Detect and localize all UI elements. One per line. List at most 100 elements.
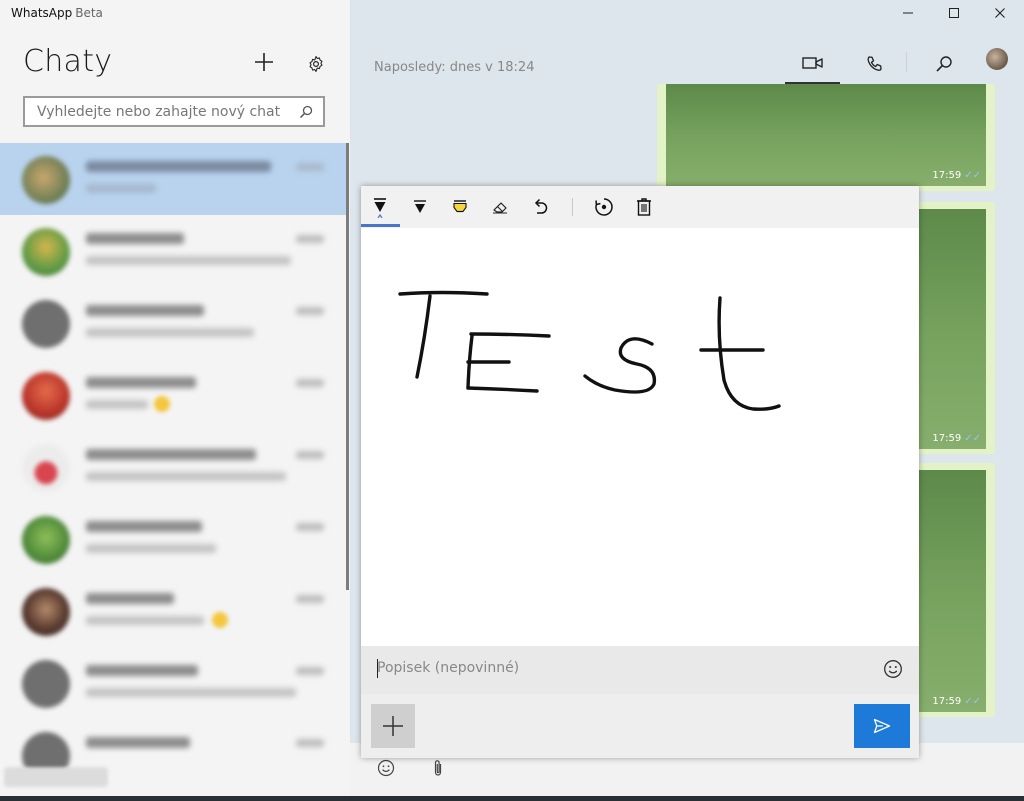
chat-list-item[interactable] bbox=[0, 359, 346, 431]
chat-list-item[interactable] bbox=[0, 647, 346, 719]
close-button[interactable] bbox=[977, 0, 1023, 26]
caption-row bbox=[361, 646, 919, 694]
contact-avatar bbox=[22, 588, 70, 636]
chat-list-item[interactable] bbox=[0, 503, 346, 575]
window-bottom-edge bbox=[0, 796, 1024, 801]
search-icon bbox=[299, 105, 313, 119]
eraser-icon bbox=[493, 202, 507, 214]
close-icon bbox=[995, 8, 1005, 18]
window-title-bar: WhatsApp Beta bbox=[0, 0, 1024, 26]
highlighter-tool-button[interactable] bbox=[443, 192, 477, 222]
contact-avatar[interactable] bbox=[986, 48, 1008, 70]
smiley-icon bbox=[377, 759, 395, 777]
contact-name bbox=[86, 449, 256, 460]
smiley-icon bbox=[884, 660, 902, 678]
active-tool-indicator bbox=[361, 224, 400, 227]
chat-preview bbox=[86, 616, 204, 625]
search-chat-button[interactable] bbox=[922, 44, 966, 84]
emoji-button[interactable] bbox=[883, 659, 903, 683]
contact-name bbox=[86, 233, 184, 244]
chat-list-scrollbar[interactable] bbox=[346, 143, 349, 590]
eraser-tool-button[interactable] bbox=[483, 192, 517, 222]
undo-button[interactable] bbox=[523, 192, 557, 222]
chat-list bbox=[0, 143, 350, 801]
chat-preview bbox=[86, 328, 254, 337]
drawing-canvas[interactable] bbox=[361, 228, 919, 646]
contact-name bbox=[86, 665, 198, 676]
delete-button[interactable] bbox=[627, 192, 661, 222]
image-thumbnail bbox=[919, 209, 986, 449]
read-receipt-icon: ✓✓ bbox=[964, 433, 981, 444]
chat-preview bbox=[86, 688, 296, 697]
pencil-icon bbox=[414, 200, 426, 213]
minimize-button[interactable] bbox=[885, 0, 931, 26]
add-more-button[interactable] bbox=[371, 704, 415, 748]
contact-avatar bbox=[22, 372, 70, 420]
emoji-icon bbox=[212, 612, 228, 628]
drawing-dialog bbox=[361, 186, 919, 758]
chat-time bbox=[296, 307, 324, 315]
read-receipt-icon: ✓✓ bbox=[964, 170, 981, 181]
chat-time bbox=[296, 595, 324, 603]
message-time: 17:59 ✓✓ bbox=[932, 170, 981, 181]
gear-icon bbox=[309, 55, 323, 73]
send-icon bbox=[873, 718, 891, 734]
message-time: 17:59 ✓✓ bbox=[932, 433, 981, 444]
highlighter-icon bbox=[453, 200, 467, 213]
video-camera-icon bbox=[801, 57, 823, 69]
caption-input[interactable] bbox=[377, 660, 857, 676]
voice-call-button[interactable] bbox=[847, 44, 902, 84]
chat-list-item[interactable] bbox=[0, 287, 346, 359]
pencil-tool-button[interactable] bbox=[403, 192, 437, 222]
chat-list-item[interactable] bbox=[0, 431, 346, 503]
contact-name bbox=[86, 305, 204, 316]
new-chat-button[interactable] bbox=[250, 48, 278, 76]
image-message[interactable]: 17:59 ✓✓ bbox=[910, 202, 995, 454]
chat-time bbox=[296, 523, 324, 531]
sidebar-title: Chaty bbox=[23, 44, 113, 79]
app-title: WhatsApp Beta bbox=[11, 6, 103, 20]
search-input[interactable] bbox=[37, 104, 287, 120]
contact-name bbox=[86, 521, 202, 532]
pen-tool-button[interactable] bbox=[363, 192, 397, 222]
image-message[interactable]: 17:59 ✓✓ bbox=[910, 463, 995, 717]
last-seen-status: Naposledy: dnes v 18:24 bbox=[374, 60, 535, 75]
emoji-button[interactable] bbox=[377, 759, 395, 781]
chat-time bbox=[296, 739, 324, 747]
chat-list-item[interactable] bbox=[0, 575, 346, 647]
send-button[interactable] bbox=[854, 704, 910, 748]
chat-preview bbox=[86, 544, 216, 553]
maximize-button[interactable] bbox=[931, 0, 977, 26]
rotate-button[interactable] bbox=[587, 192, 621, 222]
chat-preview bbox=[86, 400, 148, 409]
contact-name bbox=[86, 593, 174, 604]
search-icon bbox=[936, 56, 952, 72]
video-call-button[interactable] bbox=[785, 44, 840, 84]
chat-preview bbox=[86, 472, 286, 481]
contact-avatar bbox=[22, 444, 70, 492]
text-cursor bbox=[377, 659, 378, 678]
contact-avatar bbox=[22, 156, 70, 204]
chat-time bbox=[296, 379, 324, 387]
chat-time bbox=[296, 667, 324, 675]
maximize-icon bbox=[949, 8, 959, 18]
plus-icon bbox=[255, 53, 273, 71]
ballpoint-pen-icon bbox=[374, 198, 386, 218]
attach-button[interactable] bbox=[433, 759, 443, 781]
image-thumbnail bbox=[919, 470, 986, 712]
contact-name bbox=[86, 161, 271, 172]
chat-list-item[interactable] bbox=[0, 215, 346, 287]
message-time: 17:59 ✓✓ bbox=[932, 696, 981, 707]
rotate-icon bbox=[595, 198, 613, 216]
chat-list-item[interactable] bbox=[0, 143, 346, 215]
chat-search-box[interactable] bbox=[23, 96, 325, 127]
dialog-actions bbox=[361, 694, 919, 758]
trash-icon bbox=[637, 198, 651, 216]
header-divider bbox=[906, 52, 907, 72]
minimize-icon bbox=[903, 12, 913, 14]
drawing-toolbar bbox=[361, 186, 919, 228]
toolbar-divider bbox=[572, 198, 573, 216]
image-message[interactable]: 17:59 ✓✓ bbox=[657, 84, 995, 191]
plus-icon bbox=[383, 716, 403, 736]
settings-button[interactable] bbox=[303, 51, 329, 77]
